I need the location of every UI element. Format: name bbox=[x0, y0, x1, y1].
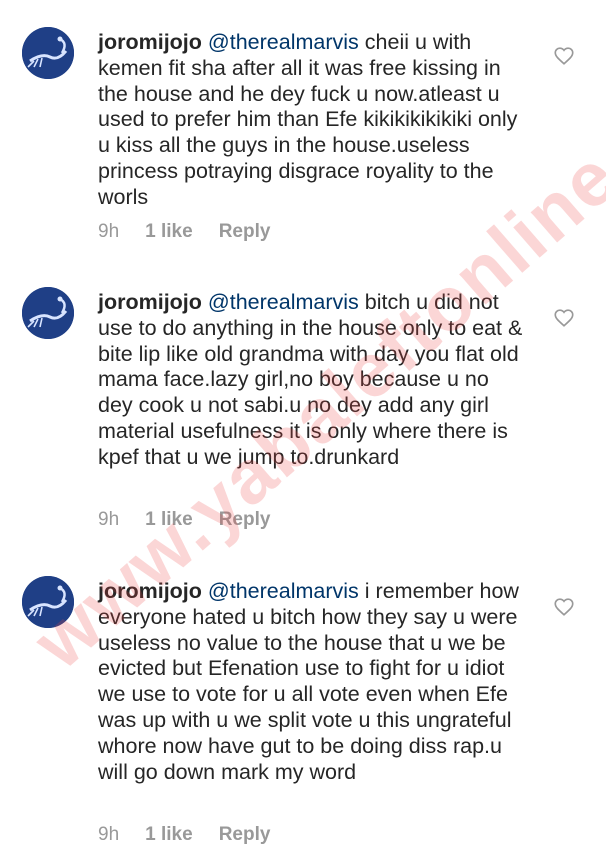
comment-text: joromijojo @therealmarvis cheii u with kem… bbox=[98, 30, 528, 211]
reply-button[interactable]: Reply bbox=[219, 824, 271, 846]
like-count[interactable]: 1 like bbox=[145, 221, 193, 243]
comment-time: 9h bbox=[98, 221, 120, 242]
like-count[interactable]: 1 like bbox=[145, 509, 193, 531]
comment-mention[interactable]: @therealmarvis bbox=[208, 579, 359, 603]
comment-meta: 9h 1 like Reply bbox=[98, 221, 270, 243]
avatar[interactable] bbox=[22, 287, 74, 339]
comment-text: joromijojo @therealmarvis bitch u did not … bbox=[98, 290, 528, 471]
reply-button[interactable]: Reply bbox=[219, 221, 271, 243]
comment-username[interactable]: joromijojo bbox=[98, 290, 202, 314]
comment-username[interactable]: joromijojo bbox=[98, 579, 202, 603]
comment-time: 9h bbox=[98, 824, 120, 845]
comment-text: joromijojo @therealmarvis i remember how e… bbox=[98, 579, 528, 785]
scorpion-avatar-icon bbox=[22, 27, 74, 79]
scorpion-avatar-icon bbox=[22, 287, 74, 339]
heart-icon[interactable] bbox=[553, 596, 575, 618]
comment-body: bitch u did not use to do anything in th… bbox=[98, 290, 523, 469]
comment-body: cheii u with kemen fit sha after all it … bbox=[98, 30, 518, 209]
comment-body: i remember how everyone hated u bitch ho… bbox=[98, 579, 519, 784]
heart-icon[interactable] bbox=[553, 307, 575, 329]
avatar[interactable] bbox=[22, 576, 74, 628]
comment-meta: 9h 1 like Reply bbox=[98, 824, 270, 846]
comment-mention[interactable]: @therealmarvis bbox=[208, 290, 359, 314]
heart-icon[interactable] bbox=[553, 45, 575, 67]
comment-username[interactable]: joromijojo bbox=[98, 30, 202, 54]
like-count[interactable]: 1 like bbox=[145, 824, 193, 846]
reply-button[interactable]: Reply bbox=[219, 509, 271, 531]
scorpion-avatar-icon bbox=[22, 576, 74, 628]
comment-mention[interactable]: @therealmarvis bbox=[208, 30, 359, 54]
avatar[interactable] bbox=[22, 27, 74, 79]
comment-meta: 9h 1 like Reply bbox=[98, 509, 270, 531]
comment-time: 9h bbox=[98, 509, 120, 530]
